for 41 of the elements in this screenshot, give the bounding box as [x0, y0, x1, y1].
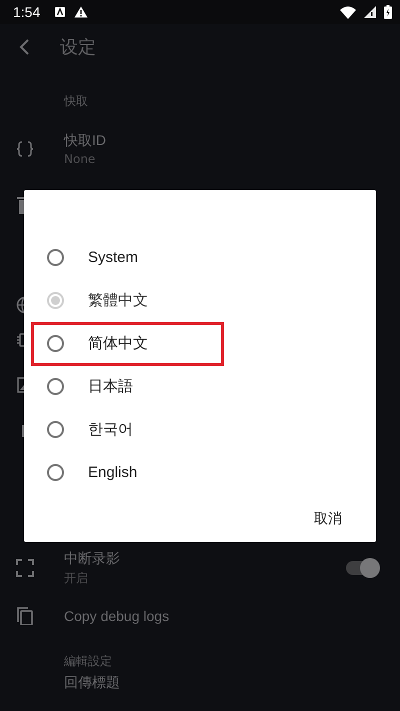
language-option[interactable]: 한국어	[24, 408, 376, 451]
setting-title: 快取ID	[64, 132, 107, 150]
cancel-button[interactable]: 取消	[302, 500, 354, 538]
signal-icon	[364, 6, 376, 18]
option-label: System	[88, 249, 138, 266]
wifi-icon	[340, 6, 356, 18]
toggle-switch[interactable]	[346, 558, 380, 578]
setting-value: None	[64, 152, 96, 166]
radio-button[interactable]	[47, 421, 64, 438]
frame-corners-icon	[16, 559, 34, 577]
braces-icon	[16, 140, 34, 158]
section-header: 編輯設定	[63, 653, 113, 670]
setting-title: Copy debug logs	[64, 608, 170, 624]
language-option[interactable]: 日本語	[24, 365, 376, 408]
setting-title: 回傳標題	[64, 674, 121, 692]
radio-button[interactable]	[47, 249, 64, 266]
warning-icon	[74, 6, 88, 18]
back-icon	[18, 38, 30, 56]
language-option[interactable]: English	[24, 451, 376, 494]
battery-icon	[384, 5, 392, 19]
radio-button[interactable]	[47, 378, 64, 395]
trash-icon	[16, 196, 24, 214]
setting-value: 开启	[64, 570, 89, 586]
status-time: 1:54	[13, 4, 40, 20]
image-icon	[16, 376, 24, 394]
setting-title: 中断录影	[64, 550, 121, 568]
radio-button[interactable]	[47, 335, 64, 352]
chip-icon	[16, 331, 24, 349]
language-option[interactable]: System	[24, 236, 376, 279]
notification-icon	[54, 6, 66, 18]
option-label: 한국어	[88, 420, 133, 439]
globe-icon	[16, 296, 24, 314]
language-option[interactable]: 简体中文	[24, 322, 376, 365]
option-label: 简体中文	[88, 334, 148, 353]
section-header: 快取	[62, 93, 89, 110]
option-label: 日本語	[88, 377, 133, 396]
option-label: 繁體中文	[88, 291, 148, 310]
copy-icon	[16, 607, 34, 625]
option-label: English	[88, 464, 138, 481]
radio-button[interactable]	[47, 464, 64, 481]
screen-title: 设定	[60, 36, 96, 59]
